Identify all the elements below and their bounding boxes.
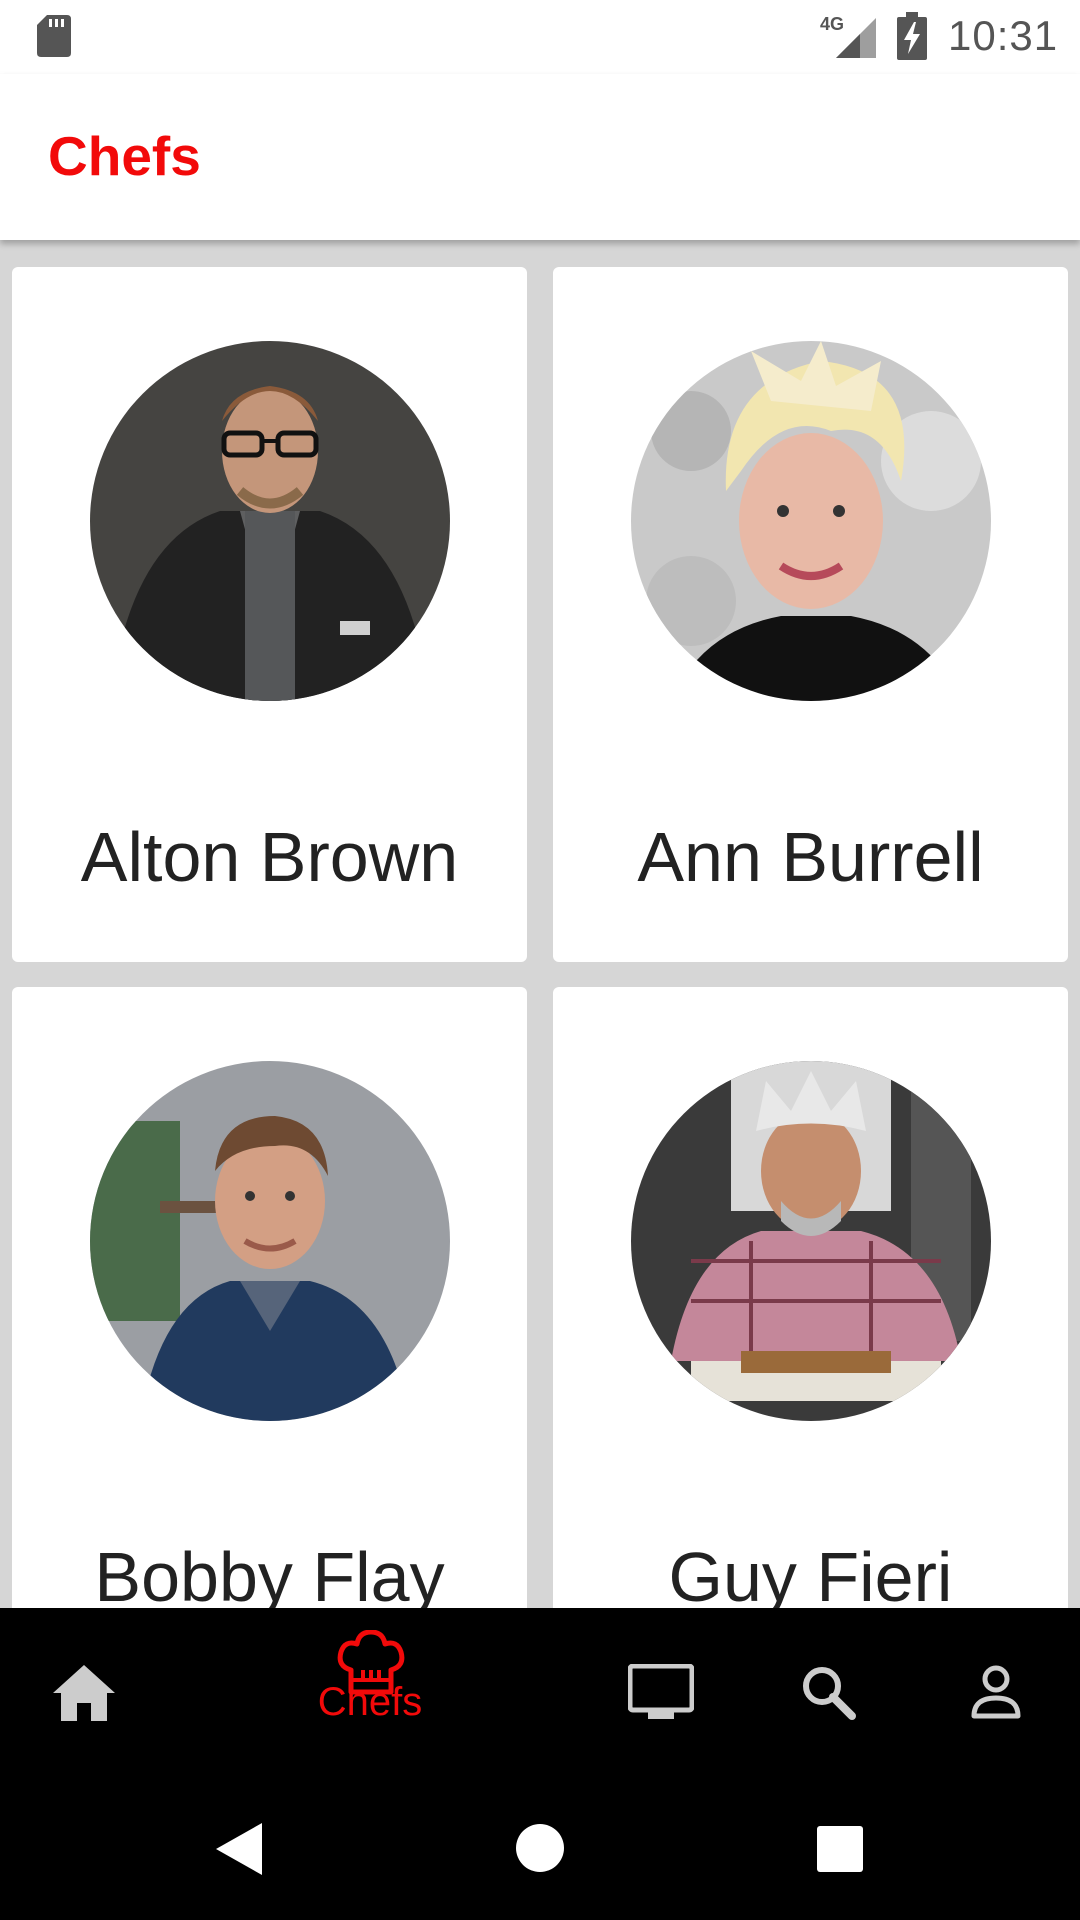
sd-card-icon xyxy=(37,15,71,57)
battery-charging-icon xyxy=(897,12,927,60)
home-circle-icon[interactable] xyxy=(515,1823,565,1873)
chef-photo xyxy=(631,1061,991,1421)
chef-photo xyxy=(90,1061,450,1421)
page-title: Chefs xyxy=(48,125,201,187)
profile-icon xyxy=(971,1665,1021,1719)
chef-avatar xyxy=(631,341,991,701)
chef-avatar xyxy=(90,341,450,701)
bottom-nav: Chefs xyxy=(0,1608,1080,1773)
chef-photo xyxy=(631,341,991,701)
chef-name: Alton Brown xyxy=(80,818,459,896)
nav-item-home[interactable] xyxy=(40,1608,130,1773)
recents-icon[interactable] xyxy=(817,1826,863,1872)
home-icon xyxy=(53,1665,115,1721)
nav-item-label: Chefs xyxy=(317,1680,423,1724)
tv-icon xyxy=(628,1664,694,1719)
nav-item-profile[interactable] xyxy=(962,1608,1032,1773)
chef-name: Guy Fieri xyxy=(668,1538,953,1608)
chef-card[interactable]: Bobby Flay xyxy=(12,987,527,1608)
search-icon xyxy=(803,1667,856,1720)
nav-item-tv[interactable] xyxy=(620,1608,700,1773)
chef-name: Bobby Flay xyxy=(94,1538,445,1608)
chef-photo xyxy=(90,341,450,701)
nav-item-chefs[interactable]: Chefs xyxy=(300,1608,440,1773)
screen: 4G 10:31 Chefs Alton Brown Ann Burrell B… xyxy=(0,0,1080,1920)
system-nav-bar xyxy=(0,1773,1080,1920)
nav-item-search[interactable] xyxy=(792,1608,862,1773)
network-type-label: 4G xyxy=(820,14,844,34)
signal-icon: 4G xyxy=(820,14,876,58)
chef-name: Ann Burrell xyxy=(637,818,984,896)
chef-card[interactable]: Ann Burrell xyxy=(553,267,1068,962)
status-time: 10:31 xyxy=(948,12,1059,59)
chef-avatar xyxy=(631,1061,991,1421)
app-bar: Chefs xyxy=(0,74,1080,240)
status-bar: 4G 10:31 xyxy=(0,0,1080,74)
chef-card[interactable]: Guy Fieri xyxy=(553,987,1068,1608)
back-icon[interactable] xyxy=(216,1823,262,1875)
chef-card[interactable]: Alton Brown xyxy=(12,267,527,962)
chef-avatar xyxy=(90,1061,450,1421)
chef-grid: Alton Brown Ann Burrell Bobby Flay Guy F… xyxy=(0,240,1080,1608)
